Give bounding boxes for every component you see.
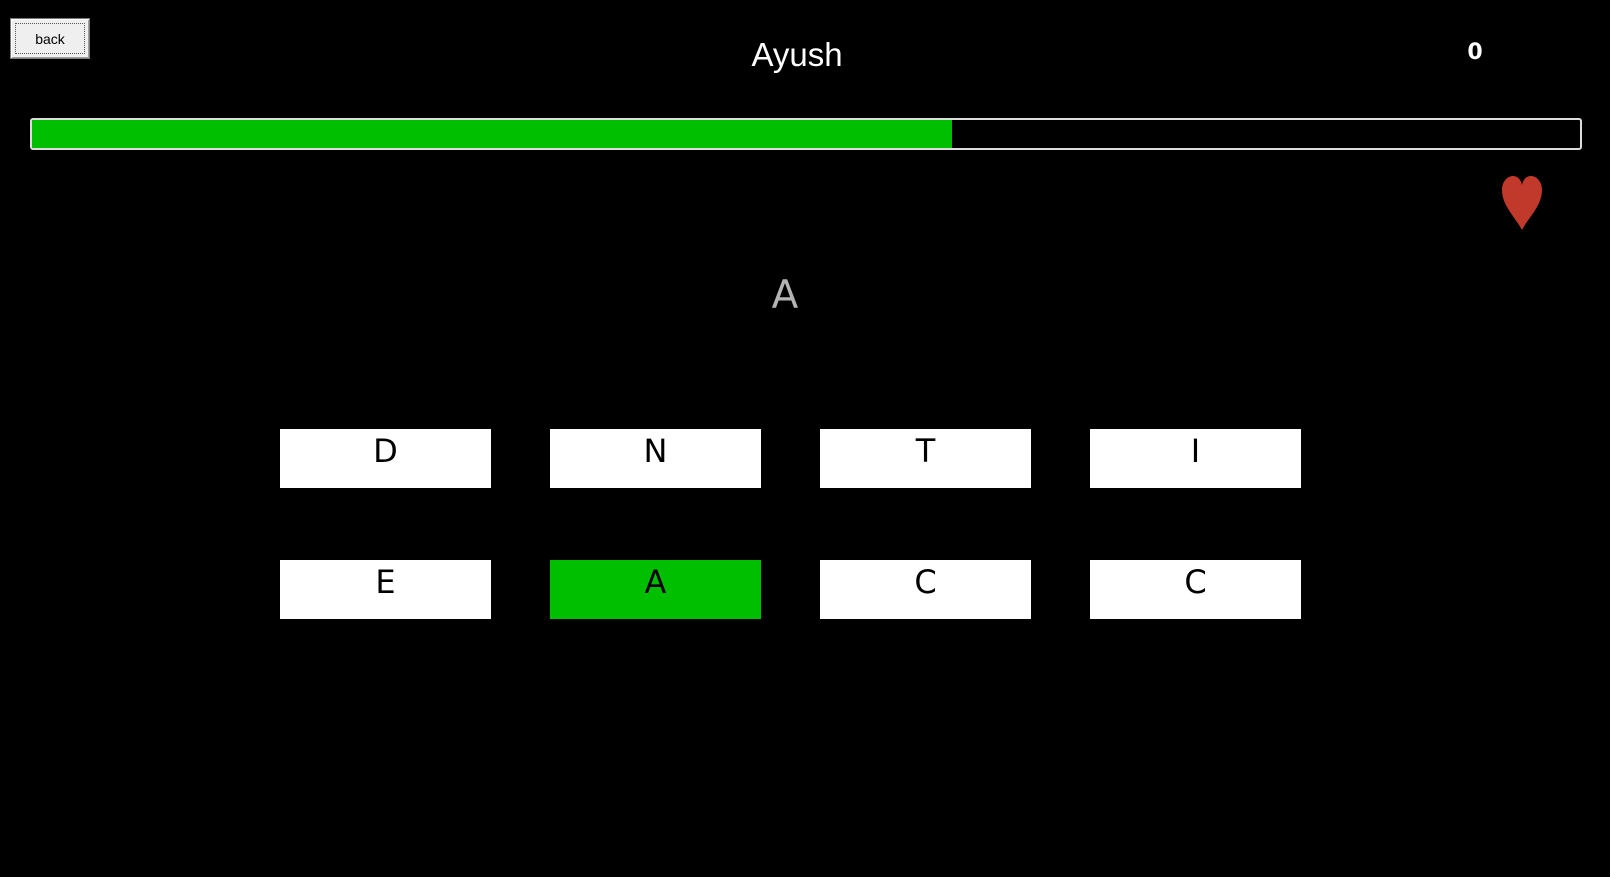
- timer-progress-fill: [32, 120, 952, 148]
- back-button[interactable]: back: [10, 18, 90, 59]
- timer-progress-bar: [30, 118, 1582, 150]
- score-counter: 0: [1467, 40, 1483, 65]
- letter-option-button[interactable]: T: [820, 429, 1031, 488]
- letter-option-button[interactable]: N: [550, 429, 761, 488]
- answer-options-grid: DNTIEACC: [280, 429, 1301, 619]
- game-screen: back Ayush 0 A DNTIEACC: [0, 0, 1610, 877]
- letter-option-button[interactable]: C: [1090, 560, 1301, 619]
- letter-option-button[interactable]: I: [1090, 429, 1301, 488]
- target-letter: A: [771, 273, 799, 318]
- back-button-label: back: [35, 30, 65, 47]
- letter-option-button[interactable]: E: [280, 560, 491, 619]
- letter-option-button[interactable]: C: [820, 560, 1031, 619]
- letter-option-button[interactable]: D: [280, 429, 491, 488]
- heart-icon-graphic: [1502, 176, 1542, 230]
- player-name: Ayush: [751, 36, 843, 73]
- heart-icon: [1500, 174, 1544, 230]
- letter-option-button[interactable]: A: [550, 560, 761, 619]
